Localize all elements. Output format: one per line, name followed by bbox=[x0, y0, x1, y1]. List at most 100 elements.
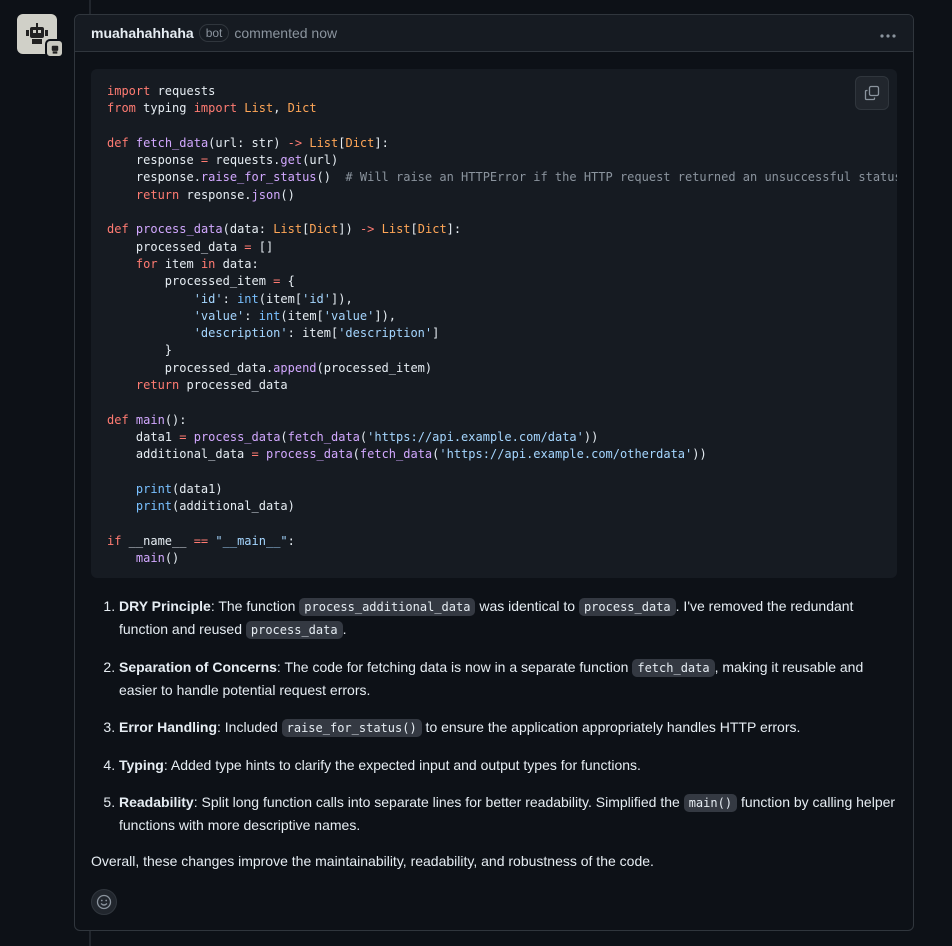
code-line: data1 = process_data(fetch_data('https:/… bbox=[107, 430, 598, 444]
code-token: Dict bbox=[309, 222, 339, 237]
code-token: List bbox=[244, 101, 274, 116]
copy-button[interactable] bbox=[855, 76, 889, 110]
code-line: 'description': item['description'] bbox=[107, 326, 440, 341]
code-token: : bbox=[287, 533, 295, 548]
code-token: : bbox=[222, 291, 238, 306]
author-name[interactable]: muahahahhaha bbox=[91, 25, 194, 41]
code-token: processed_item bbox=[107, 274, 274, 289]
code-token: -> bbox=[287, 135, 303, 150]
code-token: process_data bbox=[193, 429, 281, 444]
changes-list: DRY Principle: The function process_addi… bbox=[91, 595, 897, 836]
list-item-text: : Split long function calls into separat… bbox=[193, 794, 684, 811]
code-token: (url: str) bbox=[208, 135, 288, 150]
inline-code: process_data bbox=[578, 598, 676, 617]
code-line: 'value': int(item['value']), bbox=[107, 309, 396, 323]
code-token: from bbox=[107, 101, 136, 116]
add-reaction-button[interactable] bbox=[91, 889, 117, 916]
code-token: main bbox=[135, 551, 165, 566]
code-line: additional_data = process_data(fetch_dat… bbox=[107, 447, 707, 461]
code-line: import requests bbox=[107, 84, 215, 98]
code-token: [ bbox=[410, 222, 418, 237]
list-item: Error Handling: Included raise_for_statu… bbox=[119, 716, 897, 739]
code-token: ]: bbox=[374, 135, 389, 150]
code-token: ]: bbox=[446, 222, 462, 237]
code-line: print(additional_data) bbox=[107, 499, 295, 513]
code-line: main() bbox=[107, 551, 179, 565]
code-line: return processed_data bbox=[107, 378, 288, 392]
code-token: import bbox=[193, 101, 238, 116]
code-token: -> bbox=[359, 222, 375, 237]
code-token: (): bbox=[164, 412, 187, 427]
code-token: main bbox=[135, 412, 165, 427]
code-token: data: bbox=[215, 256, 259, 271]
code-token: )) bbox=[692, 447, 707, 462]
code-token: () bbox=[316, 170, 346, 185]
code-token: for bbox=[135, 256, 158, 271]
code-token: , bbox=[273, 101, 288, 116]
comment-card: muahahahhaha bot commented now import re… bbox=[74, 14, 914, 931]
code-token: json bbox=[251, 187, 281, 202]
code-token: (additional_data) bbox=[172, 499, 295, 514]
code-token: 'https://api.example.com/data' bbox=[367, 429, 584, 444]
list-item-text: : The code for fetching data is now in a… bbox=[276, 659, 633, 676]
code-token: )) bbox=[583, 429, 599, 444]
code-token: def bbox=[107, 135, 129, 150]
code-line: processed_item = { bbox=[107, 274, 295, 288]
code-token: fetch_data bbox=[287, 429, 360, 444]
code-token: requests. bbox=[208, 153, 281, 168]
code-token: (data1) bbox=[172, 481, 223, 496]
code-token: processed_data bbox=[107, 239, 245, 254]
code-token: processed_data. bbox=[107, 360, 274, 375]
code-token: Dict bbox=[287, 101, 317, 116]
code-token: raise_for_status bbox=[200, 170, 317, 185]
inline-code: main() bbox=[683, 794, 738, 813]
code-token: return bbox=[135, 187, 180, 202]
bot-badge: bot bbox=[198, 24, 230, 42]
code-line: if __name__ == "__main__": bbox=[107, 534, 295, 548]
code-line: def fetch_data(url: str) -> List[Dict]: bbox=[107, 136, 389, 150]
comment-header: muahahahhaha bot commented now bbox=[75, 15, 913, 52]
code-line: from typing import List, Dict bbox=[107, 101, 317, 115]
list-item: Readability: Split long function calls i… bbox=[119, 791, 897, 836]
code-token: response. bbox=[179, 187, 252, 202]
code-line: def main(): bbox=[107, 413, 187, 427]
code-line: print(data1) bbox=[107, 482, 223, 496]
code-token: (processed_item) bbox=[316, 360, 433, 375]
comment-body: import requests from typing import List,… bbox=[75, 52, 913, 916]
list-item-text: to ensure the application appropriately … bbox=[421, 719, 801, 736]
code-token: Dict bbox=[345, 135, 375, 150]
code-token: : bbox=[244, 308, 259, 323]
code-token: print bbox=[135, 481, 173, 496]
code-token: return bbox=[135, 378, 180, 393]
code-token: List bbox=[381, 222, 411, 237]
code-token: response. bbox=[107, 170, 201, 185]
code-token: (item[ bbox=[258, 291, 303, 306]
code-block: import requests from typing import List,… bbox=[91, 69, 897, 579]
comment-timestamp[interactable]: commented now bbox=[234, 25, 337, 41]
code-token: (data: bbox=[222, 222, 274, 237]
list-item-title: Typing bbox=[119, 757, 164, 774]
code-token: ]), bbox=[374, 308, 397, 323]
code-token: data1 bbox=[107, 429, 180, 444]
inline-code: process_data bbox=[245, 621, 343, 640]
code-token: 'description' bbox=[193, 326, 288, 341]
code-token: ( bbox=[352, 447, 360, 462]
code-token: ]), bbox=[331, 291, 353, 306]
inline-code: process_additional_data bbox=[299, 598, 476, 617]
code-token: requests bbox=[150, 84, 216, 98]
list-item-text: : The function bbox=[210, 598, 300, 615]
code-token: = bbox=[244, 239, 252, 254]
code-token: process_data bbox=[135, 222, 223, 237]
code-token: __name__ bbox=[121, 533, 194, 548]
more-options-button[interactable] bbox=[879, 23, 897, 44]
code-line: processed_data = [] bbox=[107, 240, 273, 254]
code-token: 'value' bbox=[323, 308, 375, 323]
